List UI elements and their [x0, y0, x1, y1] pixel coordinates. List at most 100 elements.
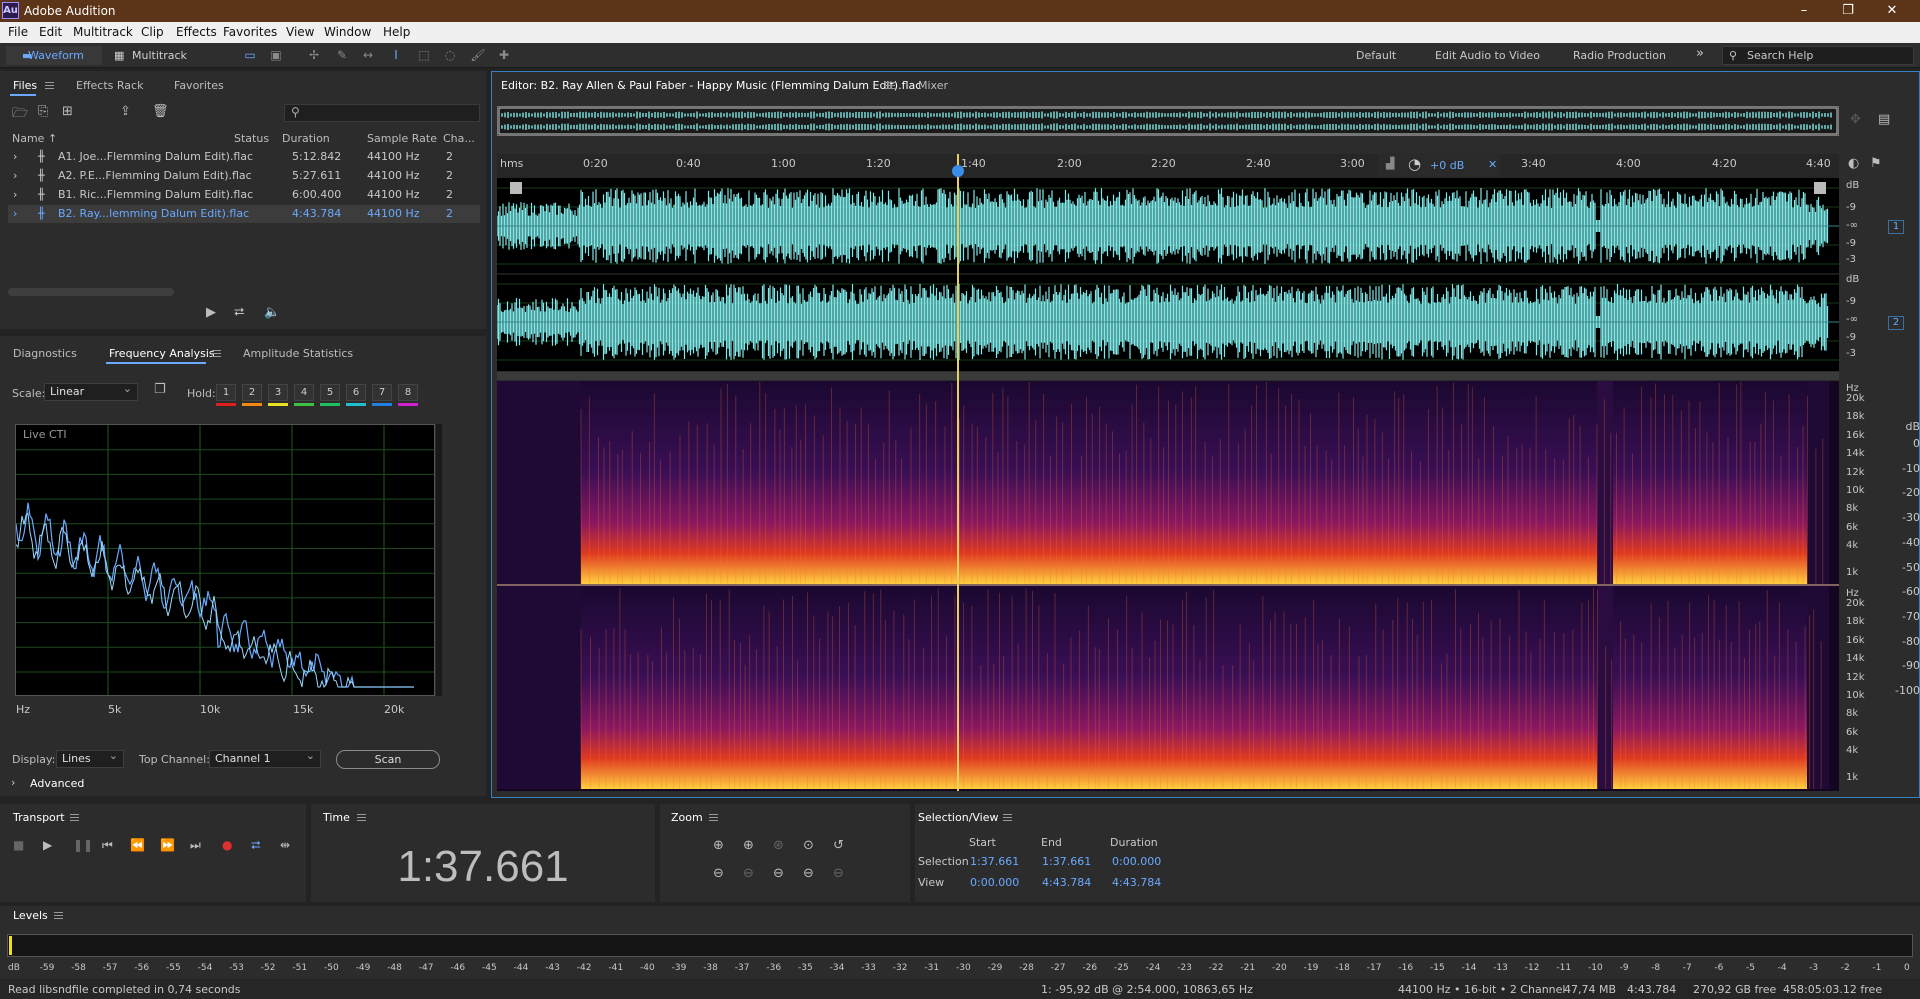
tab-editor[interactable]: Editor: B2. Ray Allen & Paul Faber - Hap… — [501, 79, 921, 92]
skip-to-end-icon[interactable]: ⏭ — [190, 838, 201, 853]
delete-file-icon[interactable]: 🗑 — [152, 104, 169, 119]
fade-out-handle[interactable] — [1814, 182, 1826, 194]
skip-selection-icon[interactable]: ⇹ — [280, 838, 290, 852]
column-channels[interactable]: Cha... — [443, 132, 475, 145]
zoom-menu-icon[interactable] — [709, 814, 718, 821]
menu-help[interactable]: Help — [383, 25, 410, 39]
expand-icon[interactable]: › — [13, 207, 17, 220]
files-horizontal-scrollbar[interactable] — [8, 288, 174, 296]
zoom-out-amplitude-icon[interactable]: ⊖ — [713, 866, 724, 881]
tab-effects-rack[interactable]: Effects Rack — [76, 79, 143, 92]
brush-tool-icon[interactable]: 🖌 — [470, 47, 486, 63]
panel-options-icon[interactable]: ▤ — [1878, 112, 1890, 127]
expand-icon[interactable]: › — [13, 188, 17, 201]
gain-knob-icon[interactable]: ◔ — [1408, 155, 1421, 173]
razor-tool-icon[interactable]: ✎ — [334, 47, 350, 63]
advanced-expand-icon[interactable]: › — [11, 776, 15, 789]
skip-to-start-icon[interactable]: ⏮ — [102, 838, 113, 853]
menu-effects[interactable]: Effects — [176, 25, 217, 39]
slip-tool-icon[interactable]: ↔ — [360, 47, 376, 63]
hold-button-3[interactable]: 3 — [268, 384, 288, 401]
zoom-out-left-icon[interactable]: ⊖ — [773, 866, 784, 881]
move-tool-icon[interactable]: ✢ — [306, 47, 322, 63]
channel-2-badge[interactable]: 2 — [1888, 316, 1904, 330]
multitrack-mode-button[interactable]: ▦ Multitrack — [110, 46, 202, 65]
waveform-mode-button[interactable]: ▬ Waveform — [6, 46, 102, 65]
column-name[interactable]: Name ↑ — [12, 132, 57, 145]
menu-favorites[interactable]: Favorites — [223, 25, 277, 39]
view-duration[interactable]: 4:43.784 — [1112, 876, 1161, 889]
open-file-icon[interactable]: 🗁 — [12, 104, 28, 126]
file-row[interactable]: › ╫ B1. Ric...Flemming Dalum Edit).flac 6… — [8, 186, 480, 204]
more-workspaces-button[interactable]: » — [1696, 46, 1704, 61]
workspace-edit-audio-to-video[interactable]: Edit Audio to Video — [1435, 49, 1540, 62]
loop-playback-icon[interactable]: ⮂ — [251, 838, 261, 853]
zoom-in-time-icon[interactable]: ⊕ — [743, 838, 754, 853]
lasso-tool-icon[interactable]: ◌ — [442, 47, 458, 63]
tab-frequency-analysis[interactable]: Frequency Analysis — [109, 347, 215, 360]
workspace-radio-production[interactable]: Radio Production — [1573, 49, 1666, 62]
hold-button-1[interactable]: 1 — [216, 384, 236, 401]
zoom-out-time-icon[interactable]: ⊖ — [743, 866, 754, 881]
graph-scrollbar[interactable] — [436, 424, 442, 696]
advanced-toggle[interactable]: Advanced — [30, 777, 84, 790]
selection-duration[interactable]: 0:00.000 — [1112, 855, 1161, 868]
menu-multitrack[interactable]: Multitrack — [73, 25, 133, 39]
preview-volume-icon[interactable]: 🔈 — [264, 305, 280, 320]
minimize-icon[interactable]: – — [1784, 0, 1824, 22]
file-row-selected[interactable]: › ╫ B2. Ray...lemming Dalum Edit).flac 4:… — [8, 205, 480, 223]
metronome-icon[interactable]: ◐ — [1848, 156, 1859, 171]
menu-window[interactable]: Window — [324, 25, 371, 39]
scale-select[interactable]: Linear — [44, 381, 138, 401]
search-help-input[interactable]: ⚲ Search Help — [1722, 46, 1914, 65]
frequency-analysis-menu-icon[interactable] — [212, 350, 221, 357]
preview-play-icon[interactable]: ▶ — [206, 305, 216, 320]
zoom-to-fit-icon[interactable]: ✥ — [1850, 112, 1861, 127]
selection-start[interactable]: 1:37.661 — [970, 855, 1019, 868]
menu-clip[interactable]: Clip — [141, 25, 164, 39]
tab-files[interactable]: Files — [13, 79, 37, 92]
play-icon[interactable]: ▶ — [43, 838, 52, 852]
hold-button-6[interactable]: 6 — [346, 384, 366, 401]
view-start[interactable]: 0:00.000 — [970, 876, 1019, 889]
expand-icon[interactable]: › — [13, 150, 17, 163]
tab-mixer[interactable]: Mixer — [918, 79, 948, 92]
overview-navigator[interactable] — [497, 106, 1839, 136]
zoom-in-amplitude-icon[interactable]: ⊕ — [713, 838, 724, 853]
zoom-to-selection-icon[interactable]: ⊛ — [773, 838, 784, 853]
zoom-out-full-icon[interactable]: ⊖ — [803, 866, 814, 881]
display-select[interactable]: Lines — [56, 748, 124, 768]
selection-end[interactable]: 1:37.661 — [1042, 855, 1091, 868]
marker-icon[interactable]: ⚑ — [1870, 156, 1882, 171]
pin-hud-icon[interactable]: ✕ — [1488, 158, 1497, 171]
time-display[interactable]: 1:37.661 — [311, 842, 655, 892]
fast-forward-icon[interactable]: ⏩ — [160, 838, 175, 852]
spectral-display-icon[interactable]: ▭ — [242, 47, 258, 63]
top-channel-select[interactable]: Channel 1 — [209, 748, 321, 768]
copy-graph-icon[interactable]: ❐ — [154, 382, 166, 397]
fade-in-handle[interactable] — [510, 182, 522, 194]
zoom-out-right-icon[interactable]: ⊖ — [833, 866, 844, 881]
transport-menu-icon[interactable] — [70, 814, 79, 821]
file-row[interactable]: › ╫ A2. P.E...Flemming Dalum Edit).flac 5… — [8, 167, 480, 185]
scan-button[interactable]: Scan — [336, 750, 440, 769]
expand-icon[interactable]: › — [13, 169, 17, 182]
waveform-display[interactable] — [496, 178, 1839, 371]
hud-gain-control[interactable]: ▟ ◔ +0 dB ✕ — [1378, 153, 1500, 177]
zoom-reset-icon[interactable]: ↺ — [833, 838, 844, 853]
menu-view[interactable]: View — [286, 25, 314, 39]
file-row[interactable]: › ╫ A1. Joe...Flemming Dalum Edit).flac 5… — [8, 148, 480, 166]
record-icon[interactable]: ● — [222, 838, 232, 852]
selection-view-menu-icon[interactable] — [1003, 814, 1012, 821]
tab-diagnostics[interactable]: Diagnostics — [13, 347, 77, 360]
spot-healing-icon[interactable]: ✚ — [496, 47, 512, 63]
insert-into-multitrack-icon[interactable]: ⇪ — [120, 104, 131, 119]
workspace-default[interactable]: Default — [1356, 49, 1396, 62]
rewind-icon[interactable]: ⏪ — [130, 838, 145, 852]
marquee-tool-icon[interactable]: ⬚ — [416, 47, 432, 63]
hold-button-5[interactable]: 5 — [320, 384, 340, 401]
menu-file[interactable]: File — [8, 25, 28, 39]
stop-icon[interactable]: ■ — [13, 838, 24, 852]
column-status[interactable]: Status — [234, 132, 269, 145]
tab-favorites[interactable]: Favorites — [174, 79, 224, 92]
